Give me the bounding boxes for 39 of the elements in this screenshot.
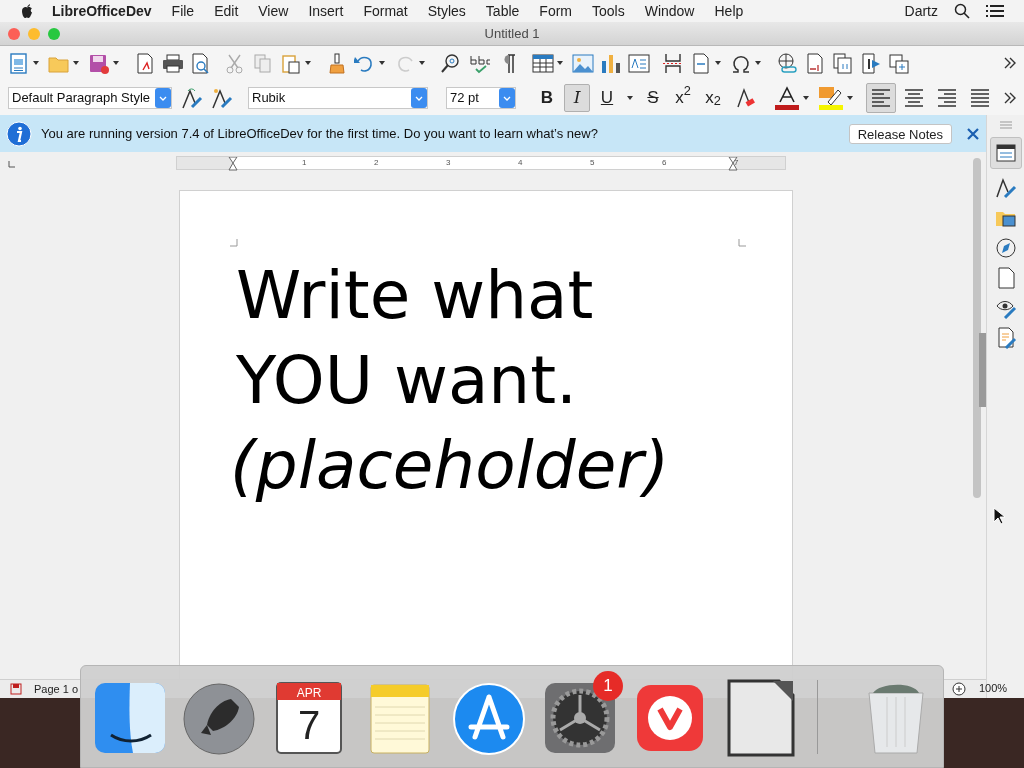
ruler-number: 7 bbox=[734, 157, 739, 169]
menu-item[interactable]: Form bbox=[539, 0, 572, 22]
window-title: Untitled 1 bbox=[484, 24, 540, 43]
ruler-number: 6 bbox=[662, 157, 667, 169]
app-menu[interactable]: LibreOfficeDev bbox=[52, 0, 152, 22]
document-text: Write what bbox=[236, 256, 594, 336]
menu-item[interactable]: Edit bbox=[214, 0, 239, 22]
menu-item[interactable]: Insert bbox=[308, 0, 344, 22]
bold-button[interactable]: B bbox=[534, 83, 560, 112]
menu-item[interactable]: File bbox=[171, 0, 195, 22]
zoom-level[interactable]: 100% bbox=[979, 679, 1008, 696]
info-message: You are running version 7.4 of LibreOfficeDev for the first time. Do you want to learn what’s new? bbox=[41, 124, 599, 143]
menu-item[interactable]: Help bbox=[714, 0, 744, 22]
font-name-field[interactable]: Rubik bbox=[248, 86, 428, 109]
ruler[interactable]: 1 2 3 4 5 6 7 bbox=[176, 156, 786, 170]
menu-item[interactable]: Table bbox=[485, 0, 520, 22]
page-count: Page 1 o bbox=[34, 681, 79, 697]
paragraph-style-field[interactable]: Default Paragraph Style bbox=[8, 86, 172, 109]
font-size-field[interactable]: 72 pt bbox=[446, 86, 516, 109]
ruler-number: 2 bbox=[374, 157, 379, 169]
menu-item[interactable]: Styles bbox=[427, 0, 466, 22]
user-name[interactable]: Dartz bbox=[904, 0, 938, 22]
document-text: (placeholder) bbox=[230, 426, 670, 506]
release-notes-button[interactable]: Release Notes bbox=[848, 123, 952, 144]
menu-item[interactable]: Format bbox=[363, 0, 408, 22]
menu-item[interactable]: Window bbox=[644, 0, 695, 22]
underline-button[interactable]: U bbox=[594, 83, 620, 112]
menu-item[interactable]: Tools bbox=[592, 0, 625, 22]
notification-badge: 1 bbox=[593, 670, 623, 701]
script-button[interactable]: x$^{2}$ bbox=[670, 83, 696, 112]
italic-button[interactable]: I bbox=[564, 83, 590, 112]
ruler-number: 4 bbox=[518, 157, 523, 169]
document-text: YOU want. bbox=[236, 341, 578, 421]
script-button[interactable]: x$_{2}$ bbox=[700, 83, 726, 112]
menu-item[interactable]: View bbox=[258, 0, 289, 22]
strike-button[interactable]: S bbox=[640, 83, 666, 112]
ruler-number: 5 bbox=[590, 157, 595, 169]
ruler-number: 1 bbox=[302, 157, 307, 169]
ruler-number: 3 bbox=[446, 157, 451, 169]
